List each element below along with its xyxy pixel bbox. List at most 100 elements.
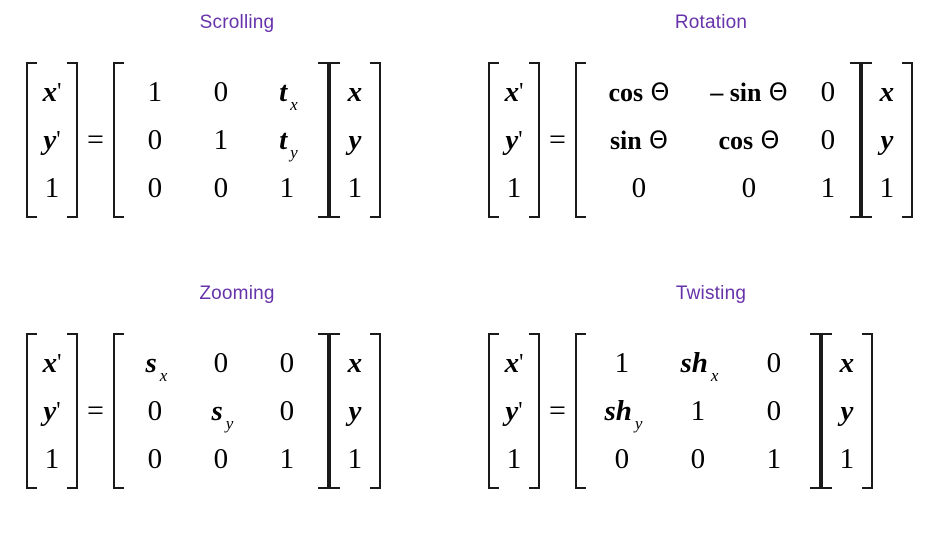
matrix-cell: 0	[820, 124, 836, 156]
transform-matrix-twisting: 1 sh x 0 sh y 1 0 0 0 1	[574, 333, 821, 489]
matrix-cell: 0	[213, 443, 229, 475]
prime-mark: '	[56, 398, 61, 424]
matrix-cell: x'	[35, 339, 69, 389]
lhs-vector-twisting: x' y' 1	[488, 333, 540, 489]
matrix-cell: 0	[279, 347, 295, 379]
matrix-row: 1	[35, 435, 69, 483]
matrix-row: y	[338, 116, 372, 164]
matrix-cell: x	[347, 76, 363, 108]
matrix-cell: 0	[279, 395, 295, 427]
matrix-cell: x	[879, 76, 895, 108]
matrix-cell: y'	[497, 387, 531, 437]
matrix-row: 1	[35, 164, 69, 212]
matrix-row: y	[338, 387, 372, 435]
equals-sign: =	[549, 123, 566, 156]
prime-mark: '	[56, 127, 61, 153]
cell-function: sin	[609, 126, 642, 155]
matrix-row: x	[338, 68, 372, 116]
matrix-cell: 1	[347, 443, 363, 475]
block-zooming: Zooming x' y' 1 = sx 0 0 0 s y 0 0 0 1 x…	[0, 271, 474, 541]
matrix-cell: 0	[147, 395, 163, 427]
cell-base: x	[504, 76, 520, 108]
matrix-cell: sh x	[660, 339, 736, 391]
matrix-cell: 0	[766, 347, 782, 379]
matrix-cell: 1	[506, 172, 522, 204]
matrix-row: y	[830, 387, 864, 435]
lhs-vector-rotation: x' y' 1	[488, 62, 540, 218]
matrix-cell: 0	[690, 443, 706, 475]
matrix-row: sh y 1 0	[584, 387, 812, 435]
cell-subscript: x	[710, 366, 719, 385]
cell-base: y	[43, 395, 57, 427]
theta-symbol: Θ	[649, 126, 668, 154]
matrix-row: x'	[497, 339, 531, 387]
matrix-cell: x'	[35, 68, 69, 118]
matrix-cell: 0	[766, 395, 782, 427]
cell-function: cos	[718, 126, 754, 155]
matrix-cell: y'	[497, 116, 531, 166]
matrix-cell: x'	[497, 339, 531, 389]
matrix-row: x'	[35, 339, 69, 387]
matrix-row: 1	[830, 435, 864, 483]
matrix-row: 1	[338, 164, 372, 212]
matrix-cell: 1	[213, 124, 229, 156]
matrix-cell: x	[839, 347, 855, 379]
cell-base: y	[43, 124, 57, 156]
matrix-cell: y	[348, 395, 362, 427]
matrix-cell: sin Θ	[584, 116, 694, 165]
matrix-cell: 1	[614, 347, 630, 379]
cell-function: – sin	[710, 78, 762, 107]
matrix-cell: y	[880, 124, 894, 156]
matrix-cell: 1	[839, 443, 855, 475]
matrix-row: x	[830, 339, 864, 387]
matrix-cell: y	[840, 395, 854, 427]
matrix-row: 0 sy 0	[122, 387, 320, 435]
block-scrolling: Scrolling x' y' 1 = 1 0 tx 0 1 t y 0 0 1…	[0, 0, 474, 270]
matrix-cell: sh y	[584, 387, 660, 439]
matrix-cell: 1	[690, 395, 706, 427]
matrix-row: sin Θ cos Θ 0	[584, 116, 852, 164]
matrix-row: 1	[497, 435, 531, 483]
matrix-row: x	[338, 339, 372, 387]
matrix-row: 1	[497, 164, 531, 212]
cell-subscript: x	[290, 95, 298, 114]
equation-zooming: x' y' 1 = sx 0 0 0 sy 0 0 0 1 x y 1	[0, 333, 500, 489]
matrix-row: sx 0 0	[122, 339, 320, 387]
cell-base: y	[505, 124, 519, 156]
lhs-vector-zooming: x' y' 1	[26, 333, 78, 489]
rhs-vector-scrolling: x y 1	[328, 62, 381, 218]
equation-scrolling: x' y' 1 = 1 0 tx 0 1 ty 0 0 1 x y 1	[0, 62, 500, 218]
matrix-row: y	[870, 116, 904, 164]
prime-mark: '	[57, 79, 62, 105]
matrix-row: 1 0 tx	[122, 68, 320, 116]
equation-rotation: x' y' 1 = cos Θ – sin Θ 0 sin Θ cos Θ 0 …	[474, 62, 948, 218]
prime-mark: '	[519, 79, 524, 105]
matrix-row: x	[870, 68, 904, 116]
matrix-cell: 0	[631, 172, 647, 204]
slide-canvas: Scrolling x' y' 1 = 1 0 tx 0 1 t y 0 0 1…	[0, 0, 948, 541]
transform-matrix-scrolling: 1 0 tx 0 1 ty 0 0 1	[112, 62, 329, 218]
transform-matrix-rotation: cos Θ – sin Θ 0 sin Θ cos Θ 0 0 0 1	[574, 62, 861, 218]
cell-function: cos	[608, 78, 644, 107]
cell-base: s	[145, 347, 157, 379]
prime-mark: '	[518, 127, 523, 153]
matrix-cell: sx	[122, 339, 188, 391]
transform-matrix-zooming: sx 0 0 0 sy 0 0 0 1	[112, 333, 329, 489]
cell-base: sh	[604, 395, 632, 427]
rhs-vector-rotation: x y 1	[860, 62, 913, 218]
cell-base: x	[42, 347, 58, 379]
cell-subscript: y	[290, 143, 298, 162]
matrix-cell: 0	[147, 443, 163, 475]
equation-twisting: x' y' 1 = 1 sh x 0 sh y 1 0 0 0 1 x y 1	[474, 333, 948, 489]
matrix-row: cos Θ – sin Θ 0	[584, 68, 852, 116]
cell-subscript: y	[225, 414, 234, 433]
matrix-cell: 1	[279, 172, 295, 204]
matrix-cell: 0	[741, 172, 757, 204]
block-twisting: Twisting x' y' 1 = 1 sh x 0 sh y 1 0 0 0…	[474, 271, 948, 541]
matrix-row: y'	[35, 116, 69, 164]
matrix-cell: – sin Θ	[694, 68, 804, 117]
theta-symbol: Θ	[768, 78, 788, 106]
matrix-cell: 1	[147, 76, 163, 108]
matrix-cell: 0	[614, 443, 630, 475]
cell-subscript: x	[159, 366, 168, 385]
